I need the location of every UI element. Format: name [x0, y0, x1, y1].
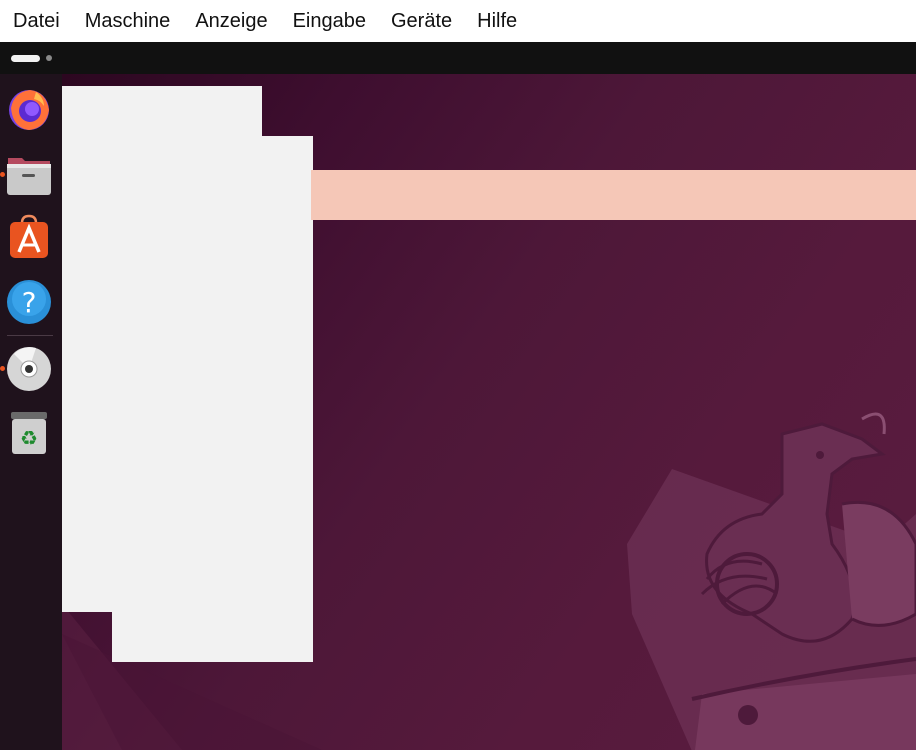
blank-window-panel-main — [112, 136, 313, 662]
running-indicator — [0, 172, 5, 177]
svg-text:?: ? — [22, 286, 37, 319]
dvd-icon — [7, 347, 51, 391]
dock-help[interactable]: ? — [6, 279, 52, 325]
dock-firefox[interactable] — [6, 86, 52, 132]
menu-hilfe[interactable]: Hilfe — [468, 0, 533, 42]
files-icon — [7, 158, 51, 195]
menu-eingabe[interactable]: Eingabe — [284, 0, 382, 42]
menu-datei[interactable]: Datei — [4, 0, 76, 42]
menu-geraete[interactable]: Geräte — [382, 0, 468, 42]
window-header-banner — [311, 170, 916, 220]
dock-trash[interactable]: ♻ — [6, 410, 52, 456]
menu-maschine[interactable]: Maschine — [76, 0, 187, 42]
workspace-indicator-active[interactable] — [11, 55, 40, 62]
dock-separator — [7, 335, 53, 336]
dock-dvd-drive[interactable] — [6, 346, 52, 392]
app-center-icon — [10, 214, 48, 258]
firefox-icon — [9, 90, 49, 130]
help-icon: ? — [7, 280, 51, 324]
ubuntu-dock: ? ♻ — [0, 74, 62, 750]
dock-files[interactable] — [6, 152, 52, 198]
trash-icon: ♻ — [11, 412, 47, 454]
dock-app-center[interactable] — [6, 214, 52, 260]
vm-menu-bar: Datei Maschine Anzeige Eingabe Geräte Hi… — [0, 0, 916, 42]
running-indicator — [0, 366, 5, 371]
gnome-top-bar — [0, 42, 916, 74]
menu-anzeige[interactable]: Anzeige — [186, 0, 283, 42]
svg-text:♻: ♻ — [20, 426, 38, 450]
workspace-indicator[interactable] — [46, 55, 52, 61]
